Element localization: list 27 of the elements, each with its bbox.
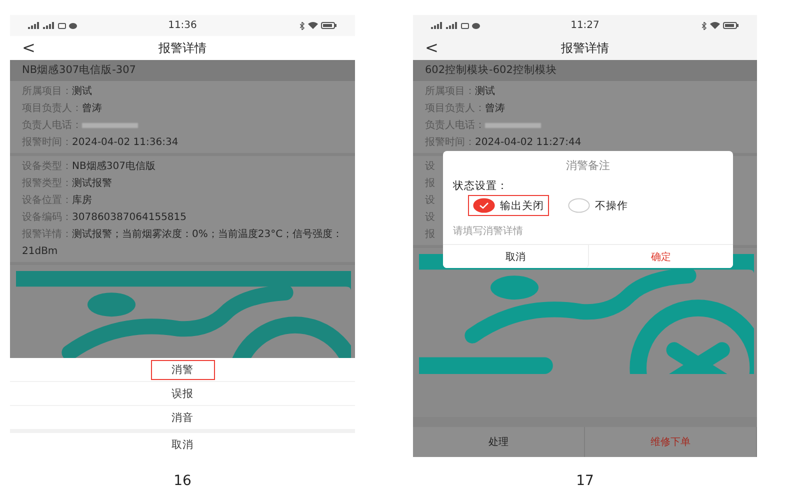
signal-icon <box>28 22 40 29</box>
status-label: 状态设置： <box>452 179 509 193</box>
dialog-title: 消警备注 <box>565 158 611 174</box>
wifi-icon <box>308 22 318 29</box>
radio-option[interactable]: 输出关闭 <box>468 195 549 216</box>
signal-icon <box>43 22 55 29</box>
back-button[interactable]: < <box>425 39 438 57</box>
figure-caption: 17 <box>576 473 594 489</box>
status-time: 11:27 <box>570 20 600 31</box>
action-sheet-item[interactable]: 消警 <box>150 360 214 380</box>
figure-caption: 16 <box>174 473 192 489</box>
status-time: 11:36 <box>168 20 197 31</box>
page-title: 报警详情 <box>158 40 206 56</box>
device-title: 602控制模块-602控制模块 <box>413 60 757 81</box>
bluetooth-icon <box>300 22 305 30</box>
device-title: NB烟感307电信版-307 <box>10 60 355 81</box>
battery-icon <box>722 22 739 29</box>
radio-option[interactable]: 不操作 <box>563 195 633 216</box>
battery-icon <box>320 22 337 29</box>
dialog-button[interactable]: 取消 <box>443 245 588 268</box>
page-title: 报警详情 <box>561 40 609 56</box>
wifi-icon <box>710 22 720 29</box>
signal-icon <box>446 22 458 29</box>
back-button[interactable]: < <box>22 39 36 57</box>
broken-image-icon <box>16 271 351 358</box>
bluetooth-icon <box>702 22 707 30</box>
signal-icon <box>431 22 443 29</box>
